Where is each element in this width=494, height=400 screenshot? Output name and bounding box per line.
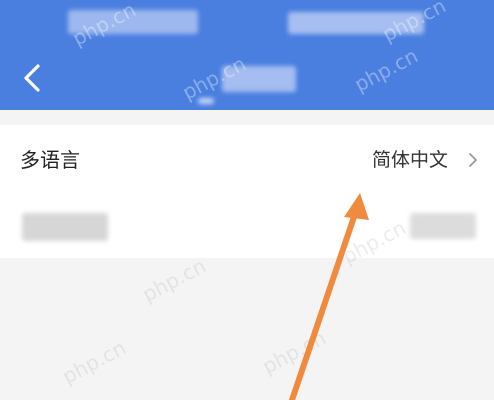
blurred-status-left [68,10,198,34]
language-label: 多语言 [20,148,80,172]
blurred-status-right [288,12,424,34]
back-button[interactable] [16,58,52,98]
chevron-left-icon [24,64,40,92]
blurred-row-value [410,213,476,239]
blurred-setting-row[interactable] [0,195,494,258]
language-setting-row[interactable]: 多语言 简体中文 [0,125,494,195]
language-value: 简体中文 [371,149,448,171]
chevron-right-icon [469,153,477,167]
watermark-text: php.cn [350,43,422,97]
blurred-row-label [22,213,108,241]
app-header: php.cn php.cn php.cn php.cn [0,0,494,110]
blurred-title-underline [198,98,214,104]
watermark-text: php.cn [138,253,210,307]
settings-card: 多语言 简体中文 [0,125,494,258]
section-spacer [0,110,494,125]
watermark-text: php.cn [258,325,330,379]
blurred-page-title [222,66,296,92]
watermark-text: php.cn [58,335,130,389]
